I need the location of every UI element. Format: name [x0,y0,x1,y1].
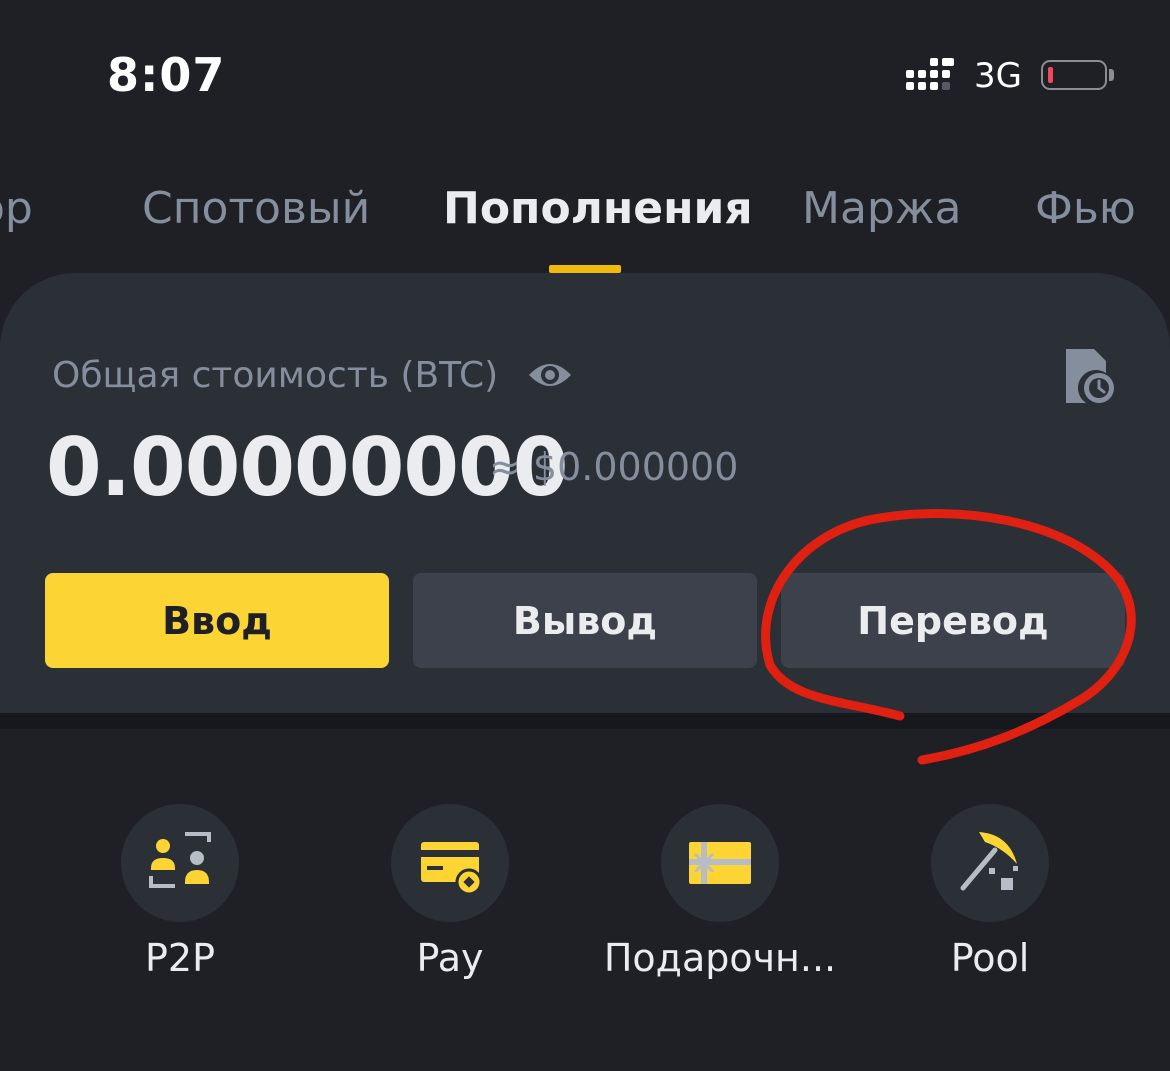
battery-icon [1041,60,1107,90]
quick-link-label: Pay [416,936,484,980]
p2p-icon [149,832,211,888]
tab-funding[interactable]: Пополнения [443,183,753,234]
withdraw-button[interactable]: Вывод [413,573,757,668]
transaction-history-icon[interactable] [1064,347,1116,407]
quick-link-label: Подарочн... [603,936,837,980]
gift-card-icon [689,842,751,884]
tab-overview[interactable]: ор [0,183,33,234]
active-tab-indicator [549,265,621,273]
total-value-label: Общая стоимость (BTC) [52,355,499,396]
quick-link-label: Pool [950,936,1030,980]
tab-spot[interactable]: Спотовый [142,183,370,234]
balance-usd-approx: ≈ $0.000000 [489,445,739,489]
mining-pickaxe-icon [960,832,1018,891]
tab-futures[interactable]: Фью [1035,183,1136,234]
deposit-button[interactable]: Ввод [45,573,389,668]
quick-link-label: P2P [144,936,215,980]
status-time: 8:07 [107,48,226,102]
balance-card: Общая стоимость (BTC) 0.00000000 ≈ $0.00… [0,273,1170,713]
status-bar: 8:07 3G [0,0,1170,150]
wallet-tabs: ор Спотовый Пополнения Маржа Фью [0,150,1170,274]
section-divider [0,713,1170,729]
network-type: 3G [974,56,1022,96]
signal-strength-icon [906,58,954,90]
pay-card-icon [421,842,483,896]
tab-margin[interactable]: Маржа [802,183,961,234]
transfer-button[interactable]: Перевод [781,573,1125,668]
eye-icon[interactable] [527,357,573,393]
